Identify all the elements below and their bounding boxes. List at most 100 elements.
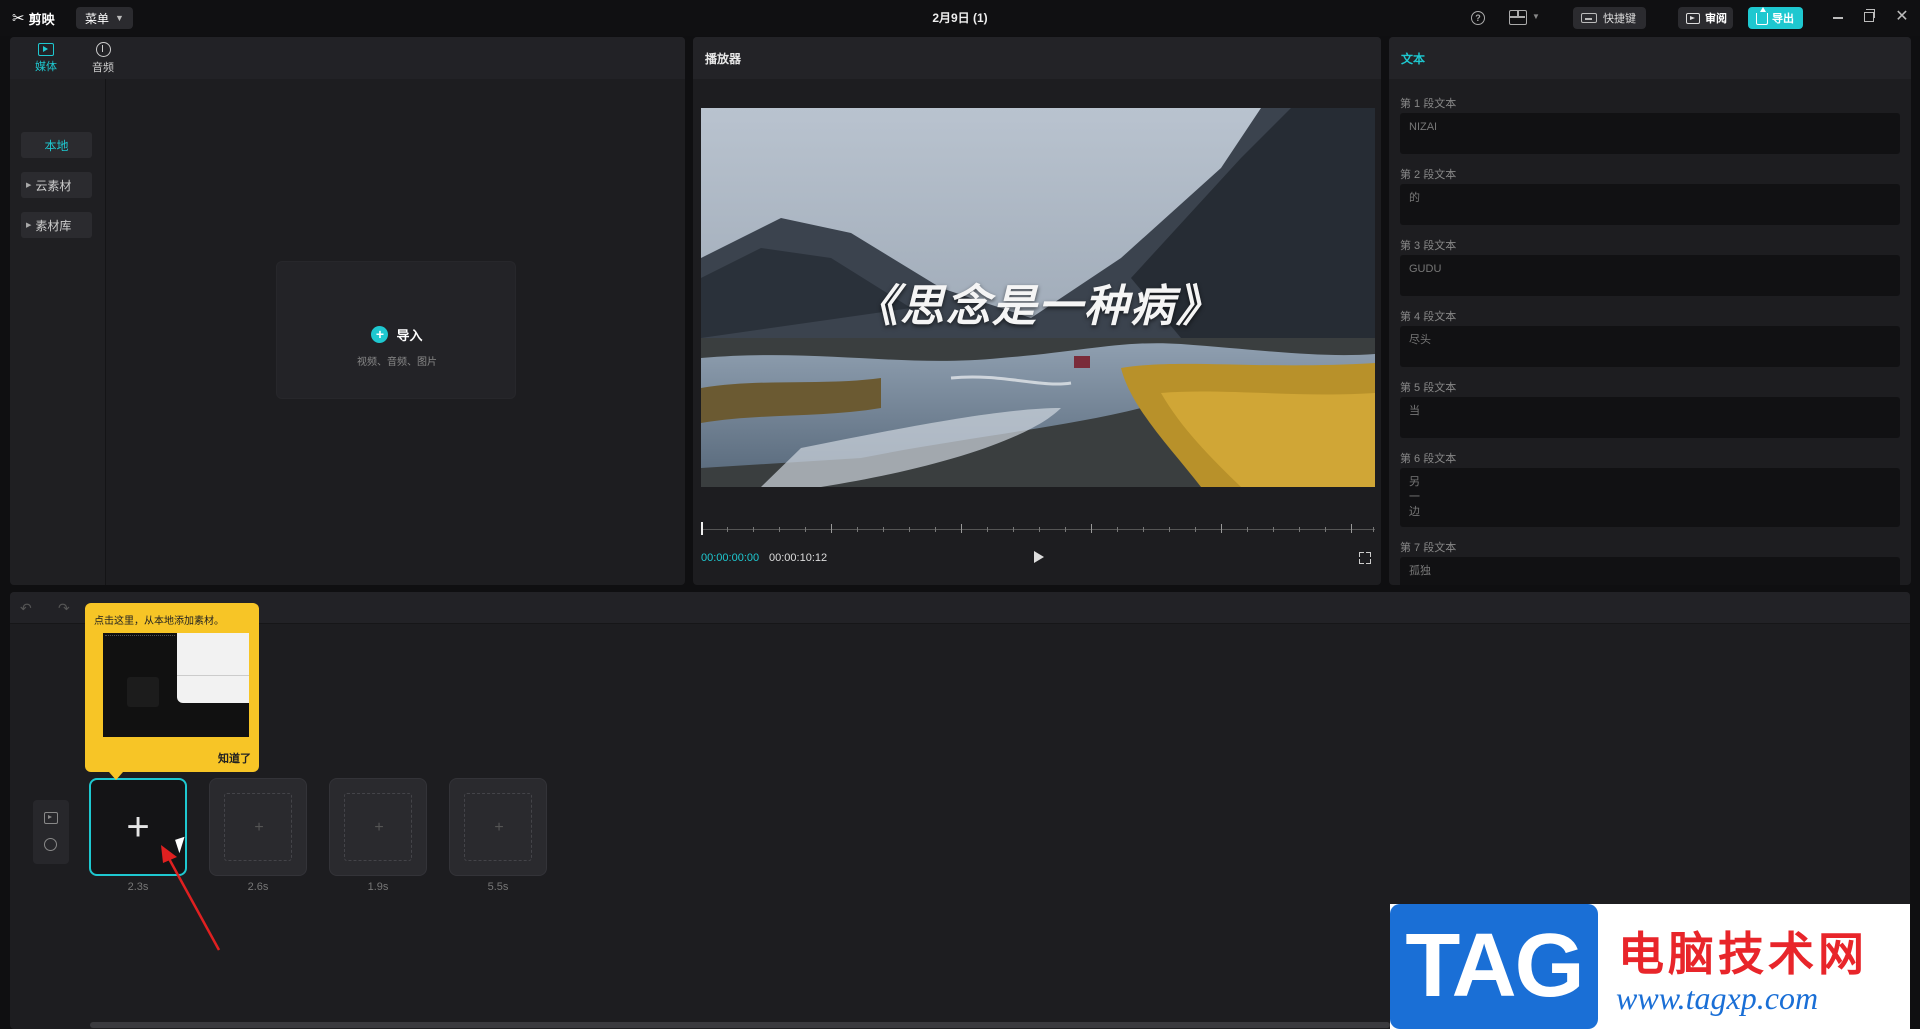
scrubber-tick bbox=[1351, 524, 1352, 533]
video-track-icon[interactable] bbox=[44, 812, 58, 824]
scrubber-tick bbox=[987, 527, 988, 532]
total-time: 00:00:10:12 bbox=[769, 552, 828, 564]
menu-button[interactable]: 菜单 ▼ bbox=[76, 7, 133, 29]
import-hint: 视频、音频、图片 bbox=[357, 357, 437, 368]
segment-label: 第 1 段文本 bbox=[1400, 98, 1457, 110]
minimize-icon[interactable] bbox=[1833, 17, 1843, 19]
text-panel-header: 文本 bbox=[1389, 37, 1911, 79]
red-arrow-annotation bbox=[161, 845, 221, 951]
audio-track-icon[interactable] bbox=[44, 838, 57, 851]
scrubber-tick bbox=[857, 527, 858, 532]
tooltip-text: 点击这里，从本地添加素材。 bbox=[94, 616, 224, 627]
segment-label: 第 5 段文本 bbox=[1400, 382, 1457, 394]
import-button[interactable]: + 导入 视频、音频、图片 bbox=[276, 261, 516, 399]
timeline-horizontal-scrollbar[interactable] bbox=[90, 1022, 1390, 1028]
redo-icon[interactable]: ↷ bbox=[58, 600, 70, 617]
player-panel: 播放器 《思念是一种病》 00:00:00:00 00:00:10:12 bbox=[693, 37, 1381, 585]
track-tools bbox=[33, 800, 69, 864]
playhead[interactable] bbox=[701, 522, 703, 535]
slot-duration: 5.5s bbox=[487, 881, 509, 893]
segment-text-field[interactable]: 当 bbox=[1400, 397, 1900, 438]
close-icon[interactable]: ✕ bbox=[1894, 8, 1910, 26]
layout-icon[interactable] bbox=[1509, 10, 1527, 25]
tooltip-dismiss-button[interactable]: 知道了 bbox=[218, 750, 251, 766]
scrubber-tick bbox=[1247, 527, 1248, 532]
text-segment: 第 2 段文本 的 bbox=[1400, 166, 1900, 225]
tab-media[interactable]: 媒体 bbox=[26, 40, 66, 78]
shortcut-button[interactable]: 快捷键 bbox=[1573, 7, 1646, 29]
restore-icon[interactable] bbox=[1864, 9, 1875, 22]
review-button[interactable]: 审阅 bbox=[1678, 7, 1733, 29]
review-label: 审阅 bbox=[1705, 13, 1727, 25]
scrubber-tick bbox=[831, 524, 832, 533]
segment-text-field[interactable]: 尽头 bbox=[1400, 326, 1900, 367]
scrubber-tick bbox=[1273, 527, 1274, 532]
scrubber-tick bbox=[1039, 527, 1040, 532]
sidebar-item-library[interactable]: ▶ 素材库 bbox=[21, 212, 92, 238]
scrubber-tick bbox=[1013, 527, 1014, 532]
scrubber-tick bbox=[1299, 527, 1300, 532]
tab-media-label: 媒体 bbox=[35, 61, 57, 73]
watermark-tag-logo: TAG bbox=[1390, 904, 1598, 1029]
scrubber-tick bbox=[727, 527, 728, 532]
segment-label: 第 3 段文本 bbox=[1400, 240, 1457, 252]
watermark-url: www.tagxp.com bbox=[1616, 980, 1819, 1016]
text-segment: 第 5 段文本 当 bbox=[1400, 379, 1900, 438]
scrubber-tick bbox=[779, 527, 780, 532]
app-name: 剪映 bbox=[28, 11, 55, 27]
chevron-down-icon: ▼ bbox=[115, 13, 124, 23]
text-panel-title: 文本 bbox=[1401, 52, 1426, 66]
timeline-scrubber[interactable] bbox=[701, 522, 1375, 535]
scrubber-tick bbox=[1221, 524, 1222, 533]
video-preview[interactable]: 《思念是一种病》 bbox=[701, 108, 1375, 487]
segment-text-field[interactable]: 孤独 bbox=[1400, 557, 1900, 585]
watermark-site-name: 电脑技术网 bbox=[1618, 928, 1868, 980]
segment-text-field[interactable]: 的 bbox=[1400, 184, 1900, 225]
help-icon[interactable]: ? bbox=[1471, 11, 1485, 25]
sidebar-item-local[interactable]: 本地 bbox=[21, 132, 92, 158]
text-segment: 第 6 段文本 另 一 边 bbox=[1400, 450, 1900, 527]
scrubber-tick bbox=[935, 527, 936, 532]
tab-audio-label: 音频 bbox=[92, 62, 114, 74]
title-bar: ✂ 剪映 菜单 ▼ 2月9日 (1) ? ▼ 快捷键 审阅 导出 ✕ bbox=[0, 0, 1920, 36]
text-segment: 第 7 段文本 孤独 bbox=[1400, 539, 1900, 585]
scrubber-tick bbox=[1143, 527, 1144, 532]
segment-label: 第 7 段文本 bbox=[1400, 542, 1457, 554]
scrubber-tick bbox=[1117, 527, 1118, 532]
segment-text-field[interactable]: 另 一 边 bbox=[1400, 468, 1900, 527]
chevron-down-icon[interactable]: ▼ bbox=[1532, 12, 1540, 21]
tab-audio[interactable]: 音频 bbox=[83, 40, 123, 78]
export-icon bbox=[1756, 7, 1768, 25]
sidebar-item-cloud[interactable]: ▶ 云素材 bbox=[21, 172, 92, 198]
media-slot[interactable]: + bbox=[329, 778, 427, 876]
fullscreen-icon[interactable] bbox=[1359, 552, 1371, 564]
undo-icon[interactable]: ↶ bbox=[20, 600, 32, 617]
caret-right-icon: ▶ bbox=[26, 222, 32, 229]
text-segment: 第 3 段文本 GUDU bbox=[1400, 237, 1900, 296]
segment-label: 第 6 段文本 bbox=[1400, 453, 1457, 465]
caret-right-icon: ▶ bbox=[26, 182, 32, 189]
import-label: 导入 bbox=[396, 328, 423, 343]
scrubber-tick bbox=[961, 524, 962, 533]
scrubber-tick bbox=[1091, 524, 1092, 533]
play-icon[interactable] bbox=[1034, 551, 1044, 563]
media-tab-bar: 媒体 音频 bbox=[10, 37, 685, 79]
slot-duration: 1.9s bbox=[367, 881, 389, 893]
keyboard-icon bbox=[1581, 13, 1597, 23]
plus-icon: + bbox=[494, 819, 504, 836]
media-panel: 媒体 音频 本地 ▶ 云素材 ▶ 素材库 + 导入 视频、音频、图片 bbox=[10, 37, 685, 585]
current-time: 00:00:00:00 bbox=[701, 552, 760, 564]
video-caption: 《思念是一种病》 bbox=[854, 281, 1222, 332]
scrubber-tick bbox=[1065, 527, 1066, 532]
text-segment: 第 1 段文本 NIZAI bbox=[1400, 95, 1900, 154]
scrubber-tick bbox=[883, 527, 884, 532]
player-title: 播放器 bbox=[705, 52, 742, 66]
segment-label: 第 2 段文本 bbox=[1400, 169, 1457, 181]
export-button[interactable]: 导出 bbox=[1748, 7, 1803, 29]
app-logo: ✂ 剪映 bbox=[12, 9, 55, 27]
media-slot[interactable]: + bbox=[449, 778, 547, 876]
scrubber-tick bbox=[1373, 527, 1374, 532]
shortcut-label: 快捷键 bbox=[1603, 13, 1636, 25]
segment-text-field[interactable]: GUDU bbox=[1400, 255, 1900, 296]
segment-text-field[interactable]: NIZAI bbox=[1400, 113, 1900, 154]
